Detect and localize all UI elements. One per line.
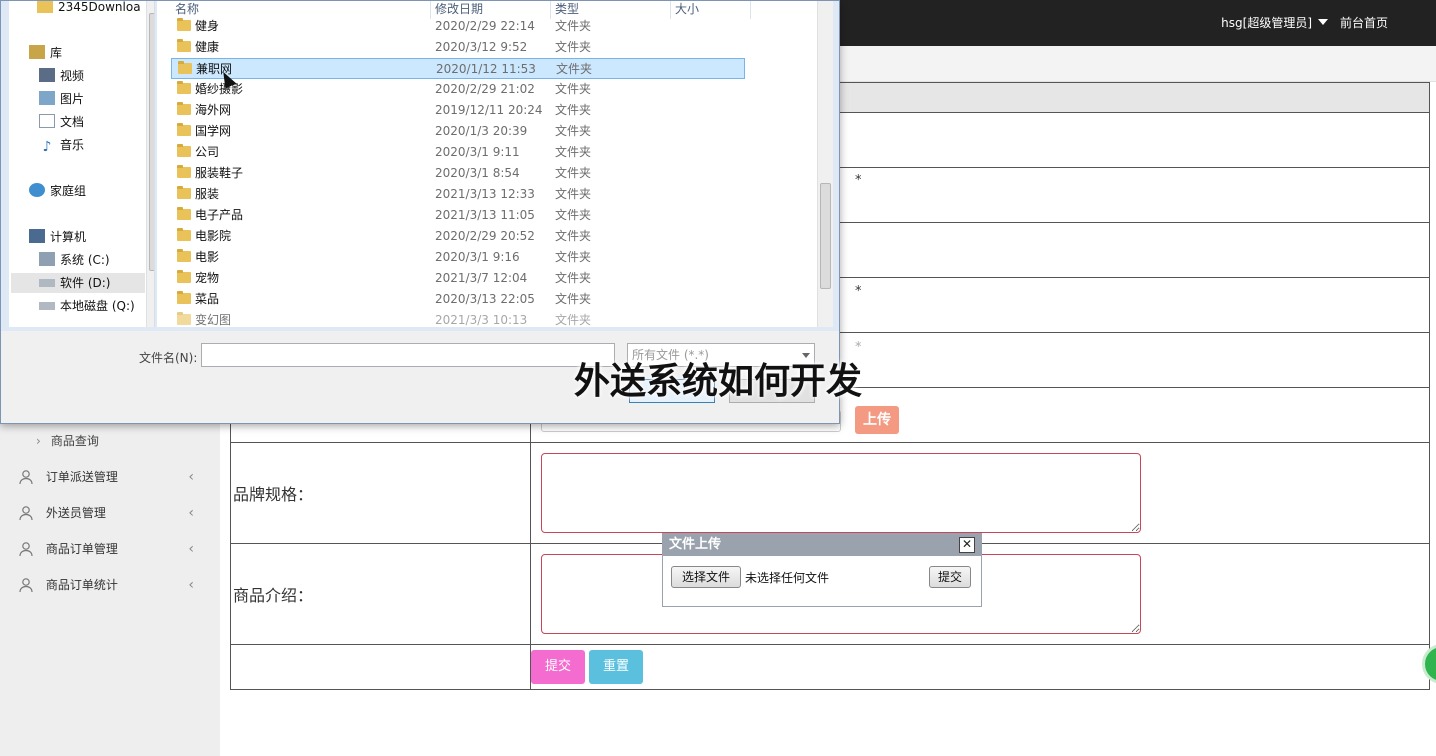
file-row[interactable]: 健身 2020/2/29 22:14 文件夹 [171,16,745,37]
nav-item-drive-q[interactable]: 本地磁盘 (Q:) [39,296,135,316]
table-row-actions: 提交 重置 [230,644,1430,690]
overlay-title: 外送系统如何开发 [573,361,862,402]
user-icon [19,505,33,520]
home-link[interactable]: 前台首页 [1340,14,1388,31]
drive-icon [39,252,55,266]
folder-icon [37,1,53,13]
computer-icon [29,229,45,243]
file-row[interactable]: 服装 2021/3/13 12:33 文件夹 [171,184,745,205]
folder-icon [177,291,191,304]
folder-icon [177,39,191,52]
nav-item-homegroup[interactable]: 家庭组 [29,181,86,201]
music-icon: ♪ [42,139,52,155]
chevron-left-icon: ‹ [188,505,194,521]
nav-item-library[interactable]: 库 [29,43,62,63]
file-row[interactable]: 宠物 2021/3/7 12:04 文件夹 [171,268,745,289]
file-row[interactable]: 国学网 2020/1/3 20:39 文件夹 [171,121,745,142]
library-icon [29,45,45,59]
nav-item-pictures[interactable]: 图片 [39,89,84,109]
sidebar-item-label: 商品订单统计 [45,578,118,592]
close-icon[interactable]: ✕ [959,537,975,553]
chevron-left-icon: ‹ [188,577,194,593]
nav-scrollbar[interactable] [146,1,154,327]
folder-icon [177,81,191,94]
sidebar-subitem-label: 商品查询 [50,434,99,448]
file-row[interactable]: 电影院 2020/2/29 20:52 文件夹 [171,226,745,247]
user-label: hsg[超级管理员] [1221,16,1312,30]
scrollbar-thumb[interactable] [820,183,831,289]
submit-button[interactable]: 提交 [531,650,585,684]
reset-button[interactable]: 重置 [589,650,643,684]
required-mark: * [855,284,862,299]
folder-icon [177,207,191,220]
file-row[interactable]: 健康 2020/3/12 9:52 文件夹 [171,37,745,58]
file-row[interactable]: 婚纱摄影 2020/2/29 21:02 文件夹 [171,79,745,100]
folder-icon [177,186,191,199]
homegroup-icon [29,183,45,197]
sidebar-item-label: 商品订单管理 [45,542,118,556]
nav-item-videos[interactable]: 视频 [39,66,84,86]
nav-item-computer[interactable]: 计算机 [29,227,86,247]
chevron-left-icon: ‹ [188,469,194,485]
nav-item-music[interactable]: ♪ 音乐 [39,135,84,155]
folder-icon [177,102,191,115]
sidebar-item-order-stats[interactable]: 商品订单统计 ‹ [18,576,208,598]
spec-label: 品牌规格： [230,442,531,544]
file-row[interactable]: 服装鞋子 2020/3/1 8:54 文件夹 [171,163,745,184]
file-row[interactable]: 海外网 2019/12/11 20:24 文件夹 [171,100,745,121]
sidebar-item-label: 外送员管理 [45,506,106,520]
folder-icon [177,270,191,283]
picture-icon [39,91,55,105]
chevron-right-icon: › [36,434,41,448]
nav-item-downloads[interactable]: 2345Downloa [37,1,141,17]
upload-button[interactable]: 上传 [855,406,899,434]
sidebar-item-courier[interactable]: 外送员管理 ‹ [18,504,208,526]
folder-icon [177,144,191,157]
sidebar-item-order-dispatch[interactable]: 订单派送管理 ‹ [18,468,208,490]
choose-file-button[interactable]: 选择文件 [671,566,741,588]
file-list-pane: 名称 修改日期 类型 大小 健身 2020/2/29 22:14 文件夹 健康 202… [157,1,833,327]
caret-down-icon [1318,19,1328,25]
navigation-pane: 2345Downloa 库 视频 图片 文档 ♪ 音乐 家庭组 计算机 系统 (C… [9,1,155,327]
table-row-spec: 品牌规格： [230,442,1430,544]
scrollbar-thumb[interactable] [149,13,154,271]
file-row[interactable]: 电影 2020/3/1 9:16 文件夹 [171,247,745,268]
user-icon [19,469,33,484]
drive-icon [39,302,55,310]
user-icon [19,541,33,556]
file-list-scrollbar[interactable] [817,1,833,327]
file-row[interactable]: 电子产品 2021/3/13 11:05 文件夹 [171,205,745,226]
folder-icon [177,249,191,262]
folder-icon [177,312,191,325]
folder-icon [178,61,192,74]
file-row[interactable]: 菜品 2020/3/13 22:05 文件夹 [171,289,745,310]
spec-textarea[interactable] [541,453,1141,533]
no-file-text: 未选择任何文件 [745,571,830,585]
file-upload-popup: 文件上传 ✕ 选择文件 未选择任何文件 提交 [662,533,982,607]
folder-icon [177,165,191,178]
file-row[interactable]: 变幻图 2021/3/3 10:13 文件夹 [171,310,745,327]
document-icon [39,114,55,128]
sidebar-item-label: 订单派送管理 [45,470,118,484]
sidebar-subitem-product-query[interactable]: › 商品查询 [36,432,99,449]
sidebar-item-product-orders[interactable]: 商品订单管理 ‹ [18,540,208,562]
folder-icon [177,123,191,136]
folder-icon [177,18,191,31]
required-mark: * [855,173,862,188]
user-icon [19,577,33,592]
file-row[interactable]: 公司 2020/3/1 9:11 文件夹 [171,142,745,163]
user-menu[interactable]: hsg[超级管理员] [1221,14,1328,31]
intro-label: 商品介绍： [230,543,531,645]
folder-icon [177,228,191,241]
drive-icon [39,279,55,287]
nav-item-drive-d[interactable]: 软件 (D:) [11,273,145,293]
popup-title: 文件上传 [663,534,981,556]
nav-item-drive-c[interactable]: 系统 (C:) [39,250,110,270]
chevron-left-icon: ‹ [188,541,194,557]
popup-submit-button[interactable]: 提交 [929,566,971,588]
file-row-selected[interactable]: 兼职网 2020/1/12 11:53 文件夹 [171,58,745,79]
video-icon [39,68,55,82]
nav-item-documents[interactable]: 文档 [39,112,84,132]
